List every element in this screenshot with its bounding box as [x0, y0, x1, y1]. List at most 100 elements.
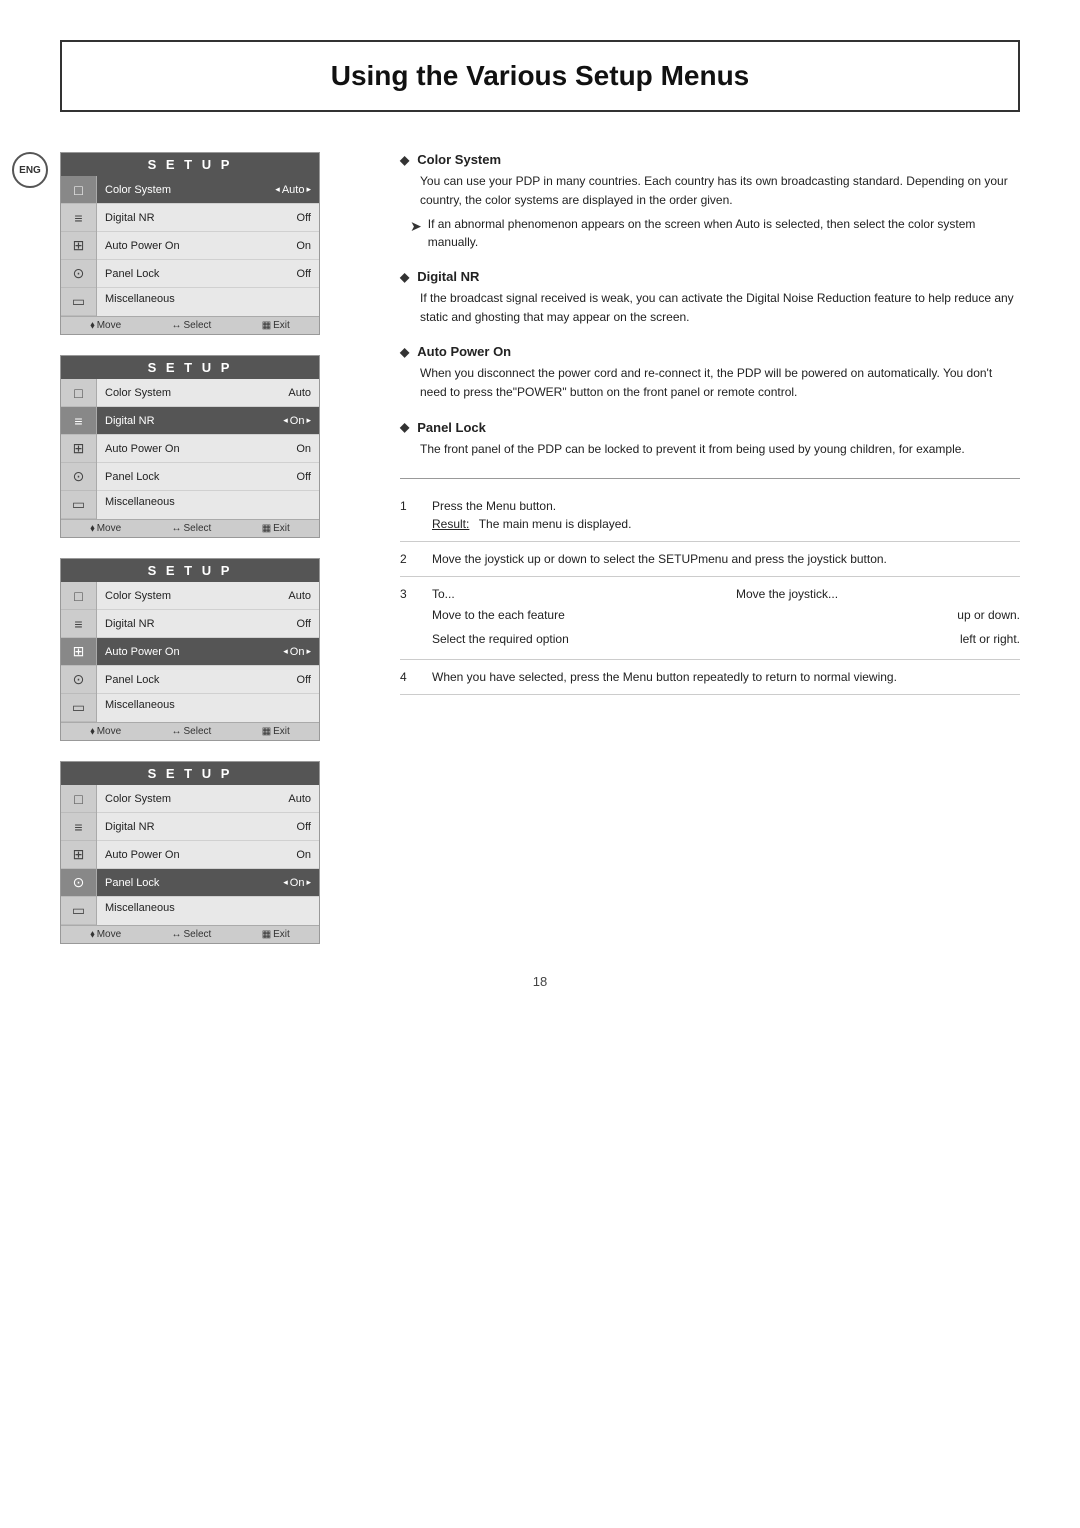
setup-icon-4: ▭	[61, 897, 96, 925]
footer-icon-1: ↔	[172, 929, 182, 940]
setup-menu-3: S E T U P□≡⊞⊙▭Color SystemAutoDigital NR…	[60, 558, 320, 741]
bullet-section-3: ◆Panel LockThe front panel of the PDP ca…	[400, 420, 1020, 459]
row-label: Color System	[105, 387, 171, 399]
sub-right-0: up or down.	[957, 606, 1020, 624]
step-content-1: Move the joystick up or down to select t…	[432, 550, 1020, 568]
setup-row-misc: Miscellaneous	[97, 288, 319, 310]
footer-icon-0: ⬧	[90, 929, 95, 940]
row-label: Digital NR	[105, 212, 155, 224]
row-value: Off	[297, 618, 311, 630]
setup-icon-0: □	[61, 582, 96, 610]
step3-subrow-0: Move to the each featureup or down.	[432, 603, 1020, 627]
title-section: Using the Various Setup Menus	[60, 40, 1020, 112]
setup-footer: ⬧Move↔Select▦Exit	[61, 519, 319, 537]
setup-row-misc: Miscellaneous	[97, 491, 319, 513]
footer-item-1: ↔Select	[172, 523, 212, 534]
steps-section: 1Press the Menu button.Result: The main …	[400, 478, 1020, 695]
setup-icon-3: ⊙	[61, 869, 96, 897]
bullet-body-1: If the broadcast signal received is weak…	[400, 289, 1020, 326]
setup-icon-1: ≡	[61, 610, 96, 638]
row-label: Digital NR	[105, 618, 155, 630]
setup-row-2: Auto Power OnOn	[97, 435, 319, 463]
footer-item-2: ▦Exit	[262, 929, 290, 940]
row-label: Color System	[105, 793, 171, 805]
step-number-3: 4	[400, 668, 416, 686]
setup-icon-3: ⊙	[61, 260, 96, 288]
footer-label-1: Select	[184, 726, 212, 737]
setup-header: S E T U P	[61, 762, 319, 785]
setup-icon-2: ⊞	[61, 232, 96, 260]
footer-label-1: Select	[184, 929, 212, 940]
setup-row-3: Panel Lock◂On▸	[97, 869, 319, 897]
setup-footer: ⬧Move ↔Select ▦Exit	[61, 925, 319, 943]
step-row-1: 2 Move the joystick up or down to select …	[400, 542, 1020, 577]
main-content: ENG S E T U P□≡⊞⊙▭Color System◂Auto▸Digi…	[60, 152, 1020, 944]
step-content-2: To... Move the joystick...Move to the eac…	[432, 585, 1020, 651]
setup-icon-0: □	[61, 785, 96, 813]
setup-menu-4: S E T U P□≡⊞⊙▭Color SystemAutoDigital NR…	[60, 761, 320, 944]
arrow-right: ▸	[306, 877, 311, 888]
step-content-0: Press the Menu button.Result: The main m…	[432, 497, 1020, 533]
step3-col-left-header: To...	[432, 585, 716, 603]
arrow-right: ▸	[306, 415, 311, 426]
setup-row-misc: Miscellaneous	[97, 897, 319, 919]
setup-row-2: Auto Power OnOn	[97, 841, 319, 869]
row-label: Color System	[105, 184, 171, 196]
arrow-left: ◂	[283, 415, 288, 426]
row-value: Auto	[288, 793, 311, 805]
footer-icon-0: ⬧	[90, 726, 95, 737]
row-value: ◂Auto▸	[275, 184, 311, 196]
footer-icon-2: ▦	[262, 320, 271, 331]
setup-row-0: Color System Auto	[97, 785, 319, 813]
bullet-body-3: The front panel of the PDP can be locked…	[400, 440, 1020, 459]
note-item-0: ➤If an abnormal phenomenon appears on th…	[400, 215, 1020, 251]
row-value: ◂On▸	[283, 877, 311, 889]
setup-body: □≡⊞⊙▭Color System◂Auto▸Digital NROffAuto…	[61, 176, 319, 316]
bullet-heading-2: Auto Power On	[417, 344, 511, 359]
step3-subrow-1: Select the required optionleft or right.	[432, 627, 1020, 651]
footer-icon-1: ↔	[172, 523, 182, 534]
footer-item-1: ↔Select	[172, 929, 212, 940]
setup-body: □≡⊞⊙▭Color SystemAutoDigital NROffAuto P…	[61, 582, 319, 722]
step3-col-right-header: Move the joystick...	[736, 585, 1020, 603]
row-label: Auto Power On	[105, 646, 180, 658]
step-row-2: 3 To... Move the joystick...Move to the ea…	[400, 577, 1020, 660]
setup-icon-3: ⊙	[61, 463, 96, 491]
page-title: Using the Various Setup Menus	[92, 60, 988, 92]
setup-icon-0: □	[61, 176, 96, 204]
footer-label-0: Move	[97, 320, 121, 331]
footer-label-2: Exit	[273, 929, 290, 940]
diamond-icon-3: ◆	[400, 420, 409, 434]
setup-icons-column: □≡⊞⊙▭	[61, 582, 97, 722]
menu-screens: S E T U P□≡⊞⊙▭Color System◂Auto▸Digital …	[60, 152, 360, 944]
step-number-2: 3	[400, 585, 416, 651]
footer-label-0: Move	[97, 929, 121, 940]
footer-icon-0: ⬧	[90, 523, 95, 534]
setup-icon-1: ≡	[61, 813, 96, 841]
setup-rows-column: Color SystemAutoDigital NR◂On▸Auto Power…	[97, 379, 319, 519]
row-value: Off	[297, 212, 311, 224]
row-label: Auto Power On	[105, 443, 180, 455]
step-number-1: 2	[400, 550, 416, 568]
row-label: Digital NR	[105, 415, 155, 427]
row-value: Auto	[288, 387, 311, 399]
footer-item-1: ↔Select	[172, 726, 212, 737]
setup-icon-4: ▭	[61, 694, 96, 722]
setup-rows-column: Color System◂Auto▸Digital NROffAuto Powe…	[97, 176, 319, 316]
footer-icon-2: ▦	[262, 929, 271, 940]
footer-label-2: Exit	[273, 523, 290, 534]
eng-badge: ENG	[12, 152, 48, 188]
setup-icon-0: □	[61, 379, 96, 407]
row-value: Off	[297, 821, 311, 833]
setup-row-0: Color System ◂Auto▸	[97, 176, 319, 204]
setup-icon-1: ≡	[61, 204, 96, 232]
bullet-section-0: ◆Color SystemYou can use your PDP in man…	[400, 152, 1020, 251]
row-value: Off	[297, 471, 311, 483]
step1-text: Press the Menu button.	[432, 497, 1020, 515]
arrow-left: ◂	[283, 646, 288, 657]
setup-row-1: Digital NR Off	[97, 204, 319, 232]
footer-label-0: Move	[97, 523, 121, 534]
footer-item-0: ⬧Move	[90, 929, 121, 940]
setup-row-0: Color System Auto	[97, 379, 319, 407]
row-value: ◂On▸	[283, 646, 311, 658]
